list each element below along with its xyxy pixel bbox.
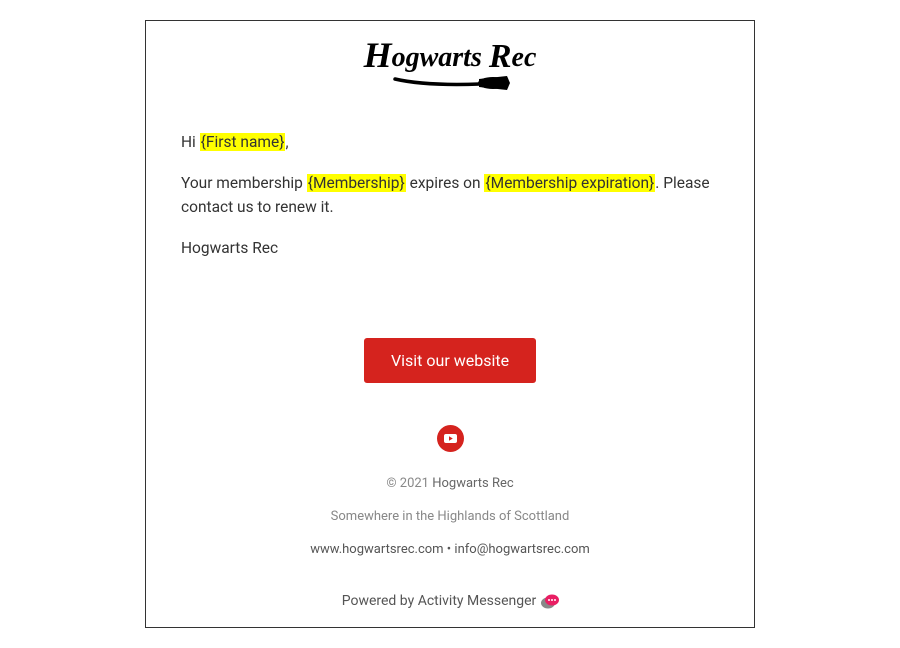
powered-by: Powered by Activity Messenger [146,593,754,627]
visit-website-button[interactable]: Visit our website [364,338,536,383]
email-container: Hogwarts Rec Hi {First name}, Your membe… [145,20,755,628]
hogwarts-rec-logo: Hogwarts Rec [350,41,550,97]
copyright-line: © 2021 Hogwarts Rec [146,476,754,491]
company-name: Hogwarts Rec [432,476,513,491]
body-text-2: expires on [406,174,485,192]
greeting-suffix: , [285,133,288,151]
greeting-line: Hi {First name}, [181,131,719,154]
youtube-icon[interactable] [437,425,464,452]
powered-name[interactable]: Activity Messenger [418,593,537,609]
email-link[interactable]: info@hogwartsrec.com [454,542,589,557]
powered-prefix: Powered by [342,593,418,609]
signature-line: Hogwarts Rec [181,237,719,260]
membership-placeholder: {Membership} [307,174,406,192]
contact-line: www.hogwartsrec.com • info@hogwartsrec.c… [146,542,754,557]
copyright-prefix: © 2021 [386,476,432,491]
activity-messenger-icon [540,593,558,609]
svg-text:Hogwarts Rec: Hogwarts Rec [363,41,537,75]
social-section [146,419,754,476]
first-name-placeholder: {First name} [200,133,286,151]
separator: • [444,542,455,557]
body-text-1: Your membership [181,174,307,192]
website-link[interactable]: www.hogwartsrec.com [310,542,443,557]
cta-section: Visit our website [146,278,754,419]
body-line-1: Your membership {Membership} expires on … [181,172,719,219]
email-body: Hi {First name}, Your membership {Member… [146,131,754,260]
membership-expiration-placeholder: {Membership expiration} [484,174,655,192]
logo-section: Hogwarts Rec [146,21,754,131]
address-line: Somewhere in the Highlands of Scottland [146,509,754,524]
footer: © 2021 Hogwarts Rec Somewhere in the Hig… [146,476,754,593]
greeting-prefix: Hi [181,133,200,151]
